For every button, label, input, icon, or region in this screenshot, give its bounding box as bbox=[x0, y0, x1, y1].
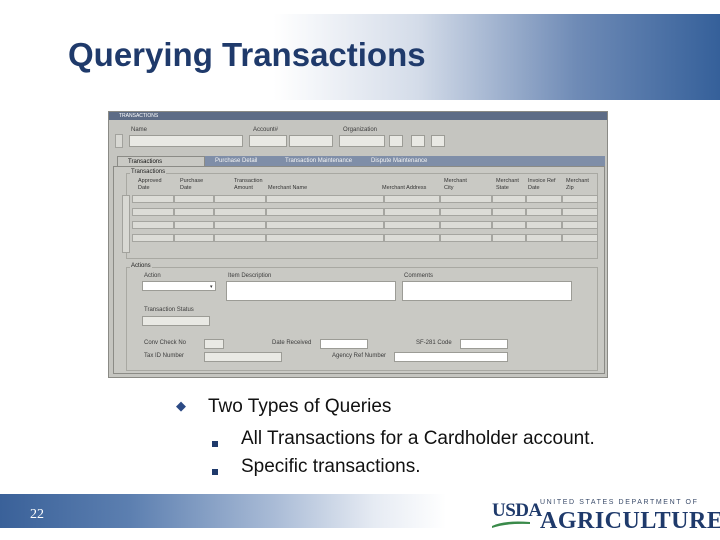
comments-label: Comments bbox=[404, 273, 434, 279]
window-title-bar: TRANSACTIONS bbox=[109, 112, 607, 120]
tax-id-field[interactable] bbox=[204, 352, 282, 362]
tab-purchase-detail[interactable]: Purchase Detail bbox=[205, 156, 275, 166]
tab-dispute-maintenance[interactable]: Dispute Maintenance bbox=[361, 156, 439, 166]
account-field-1[interactable] bbox=[249, 135, 287, 147]
comments-field[interactable] bbox=[402, 281, 572, 301]
item-description-field[interactable] bbox=[226, 281, 396, 301]
name-field[interactable] bbox=[129, 135, 243, 147]
bullet-sub-1: All Transactions for a Cardholder accoun… bbox=[241, 428, 595, 449]
table-row[interactable] bbox=[132, 221, 598, 229]
usda-department-text: UNITED STATES DEPARTMENT OF bbox=[540, 499, 699, 506]
transactions-form-screenshot: TRANSACTIONS Name Account# Organization … bbox=[108, 111, 608, 378]
org-field-3[interactable] bbox=[411, 135, 425, 147]
transactions-group-label: Transactions bbox=[130, 169, 167, 175]
bullet-main: Two Types of Queries bbox=[208, 396, 392, 417]
col-transaction-amount: Transaction Amount bbox=[234, 178, 263, 191]
tab-bar: Transactions Purchase Detail Transaction… bbox=[113, 156, 605, 166]
usda-swoosh-icon bbox=[492, 521, 530, 528]
square-bullet-icon bbox=[212, 469, 218, 475]
name-label: Name bbox=[131, 127, 148, 133]
date-received-field[interactable] bbox=[320, 339, 368, 349]
slide-title: Querying Transactions bbox=[68, 36, 426, 73]
square-bullet-icon bbox=[212, 441, 218, 447]
col-invoice-ref-date: Invoice Ref Date bbox=[528, 178, 556, 191]
diamond-bullet-icon: ◆ bbox=[176, 398, 186, 413]
conv-check-no-label: Conv Check No bbox=[144, 340, 187, 346]
org-field-4[interactable] bbox=[431, 135, 445, 147]
header-scroll[interactable] bbox=[115, 134, 123, 148]
usda-agriculture-text: AGRICULTURE bbox=[540, 508, 720, 534]
sf-code-field[interactable] bbox=[460, 339, 508, 349]
actions-group-label: Actions bbox=[130, 263, 152, 269]
page-number: 22 bbox=[30, 507, 44, 522]
transactions-tab-panel: Transactions Approved Date Purchase Date T… bbox=[113, 166, 605, 374]
tax-id-label: Tax ID Number bbox=[144, 353, 185, 359]
tab-transactions[interactable]: Transactions bbox=[117, 156, 205, 166]
usda-mark: USDA bbox=[492, 500, 542, 521]
window-title: TRANSACTIONS bbox=[119, 113, 159, 119]
col-merchant-city: Merchant City bbox=[444, 178, 467, 191]
tab-filler bbox=[439, 156, 605, 166]
col-merchant-zip: Merchant Zip bbox=[566, 178, 589, 191]
transaction-status-field[interactable] bbox=[142, 316, 210, 326]
account-label: Account# bbox=[253, 127, 279, 133]
organization-label: Organization bbox=[343, 127, 378, 133]
table-row[interactable] bbox=[132, 234, 598, 242]
col-merchant-address: Merchant Address bbox=[382, 185, 427, 191]
item-description-label: Item Description bbox=[228, 273, 272, 279]
transaction-status-label: Transaction Status bbox=[144, 307, 194, 313]
account-field-2[interactable] bbox=[289, 135, 333, 147]
usda-logo: USDA UNITED STATES DEPARTMENT OF AGRICUL… bbox=[492, 498, 720, 534]
col-approved-date: Approved Date bbox=[138, 178, 162, 191]
bullet-sub-2: Specific transactions. bbox=[241, 456, 421, 477]
table-row[interactable] bbox=[132, 195, 598, 203]
agency-ref-label: Agency Ref Number bbox=[332, 353, 387, 359]
date-received-label: Date Received bbox=[272, 340, 312, 346]
conv-check-no-field[interactable] bbox=[204, 339, 224, 349]
agency-ref-field[interactable] bbox=[394, 352, 508, 362]
table-row[interactable] bbox=[132, 208, 598, 216]
grid-scrollbar[interactable] bbox=[122, 195, 130, 253]
action-label: Action bbox=[144, 273, 161, 279]
tab-transaction-maintenance[interactable]: Transaction Maintenance bbox=[275, 156, 361, 166]
chevron-down-icon[interactable]: ▾ bbox=[210, 284, 213, 290]
col-purchase-date: Purchase Date bbox=[180, 178, 204, 191]
action-select[interactable] bbox=[142, 281, 216, 291]
organization-field[interactable] bbox=[339, 135, 385, 147]
col-merchant-state: Merchant State bbox=[496, 178, 519, 191]
sf-code-label: SF-281 Code bbox=[416, 340, 452, 346]
col-merchant-name: Merchant Name bbox=[268, 185, 308, 191]
org-field-2[interactable] bbox=[389, 135, 403, 147]
